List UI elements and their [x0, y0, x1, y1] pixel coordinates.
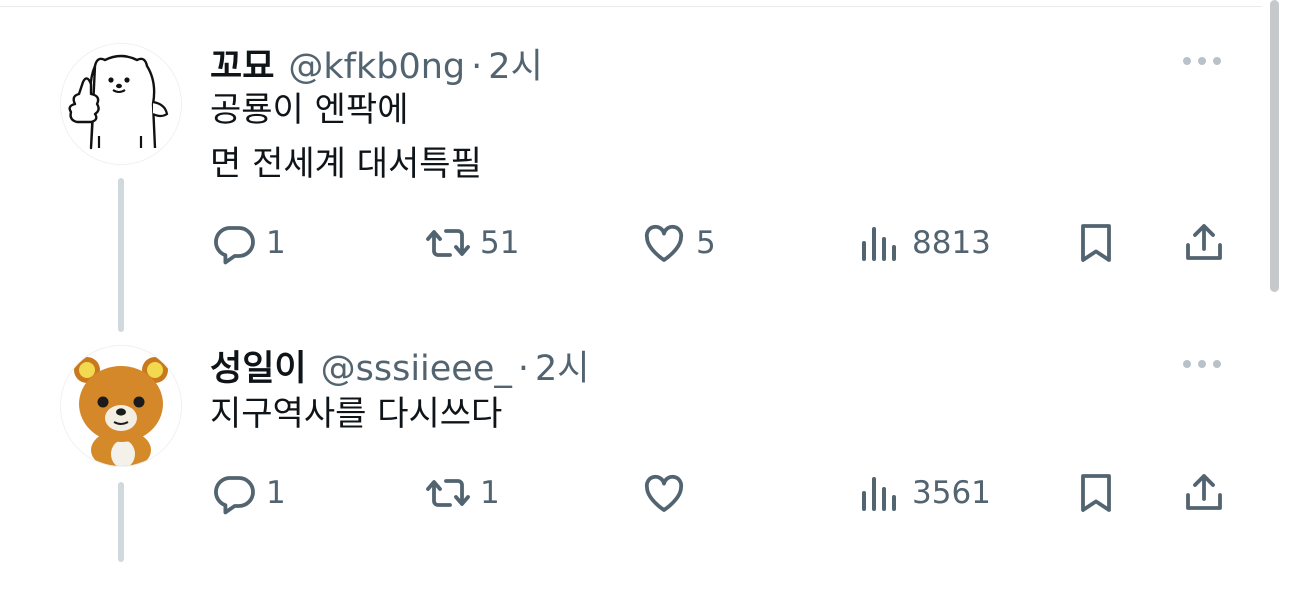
username[interactable]: @kfkb0ng: [288, 47, 465, 87]
share-icon: [1186, 224, 1222, 260]
tweet-text-line: 지구역사를 다시쓰다: [210, 394, 503, 434]
display-name[interactable]: 꼬묘: [210, 38, 274, 89]
views-icon: [862, 227, 896, 261]
dot: [1183, 360, 1191, 368]
tweet-text: 공룡이 엔팍에 면 전세계 대서특필: [210, 83, 482, 191]
dot: [1213, 360, 1221, 368]
reply-button[interactable]: 1: [210, 468, 286, 518]
views-count: 8813: [912, 225, 991, 261]
reply-count: 1: [266, 225, 286, 261]
reply-icon: [214, 476, 255, 515]
more-icon[interactable]: [1183, 57, 1221, 65]
dot: [1183, 57, 1191, 65]
retweet-count: 51: [480, 225, 520, 261]
scrollbar[interactable]: [1270, 0, 1279, 292]
like-button[interactable]: [640, 468, 696, 518]
timestamp[interactable]: 2시: [488, 38, 542, 89]
tweet-text: 지구역사를 다시쓰다: [210, 387, 502, 441]
views-icon: [862, 477, 896, 511]
timestamp[interactable]: 2시: [535, 340, 589, 391]
bookmark-button[interactable]: [1072, 468, 1120, 518]
share-icon: [1186, 474, 1222, 510]
share-button[interactable]: [1180, 468, 1228, 518]
retweet-icon: [426, 479, 470, 507]
tweet-header: 성일이 @sssiieee_ · 2시: [210, 340, 589, 390]
tweet-text-line: 공룡이 엔팍에: [210, 90, 409, 130]
bear-thumbs-up-icon: [61, 44, 181, 164]
retweet-button[interactable]: 51: [424, 218, 519, 268]
views-count: 3561: [912, 475, 991, 511]
dot: [1198, 57, 1206, 65]
like-icon: [644, 224, 684, 262]
retweet-count: 1: [480, 475, 500, 511]
like-icon: [644, 474, 684, 512]
retweet-button[interactable]: 1: [424, 468, 500, 518]
dot: [1213, 57, 1221, 65]
retweet-icon: [426, 229, 470, 257]
bookmark-button[interactable]: [1072, 218, 1120, 268]
action-bar: 1 1 3561: [0, 468, 1262, 518]
like-button[interactable]: 5: [640, 218, 716, 268]
tweet-header: 꼬묘 @kfkb0ng · 2시: [210, 38, 543, 88]
views-button[interactable]: 3561: [856, 468, 991, 518]
brown-bear-icon: [61, 346, 181, 466]
separator: ·: [517, 349, 530, 389]
avatar[interactable]: [60, 43, 182, 165]
like-count: 5: [696, 225, 716, 261]
bookmark-icon: [1081, 224, 1111, 262]
action-bar: 1 51 5 8813: [0, 218, 1262, 268]
display-name[interactable]: 성일이: [210, 340, 307, 391]
tweet-text-line: 면 전세계 대서특필: [210, 144, 482, 184]
more-icon[interactable]: [1183, 360, 1221, 368]
separator: ·: [471, 47, 483, 87]
reply-button[interactable]: 1: [210, 218, 286, 268]
bookmark-icon: [1081, 474, 1111, 512]
share-button[interactable]: [1180, 218, 1228, 268]
reply-icon: [214, 226, 255, 265]
top-divider: [0, 0, 1262, 7]
views-button[interactable]: 8813: [856, 218, 991, 268]
avatar[interactable]: [60, 345, 182, 467]
reply-count: 1: [266, 475, 286, 511]
dot: [1198, 360, 1206, 368]
username[interactable]: @sssiieee_: [321, 349, 512, 389]
